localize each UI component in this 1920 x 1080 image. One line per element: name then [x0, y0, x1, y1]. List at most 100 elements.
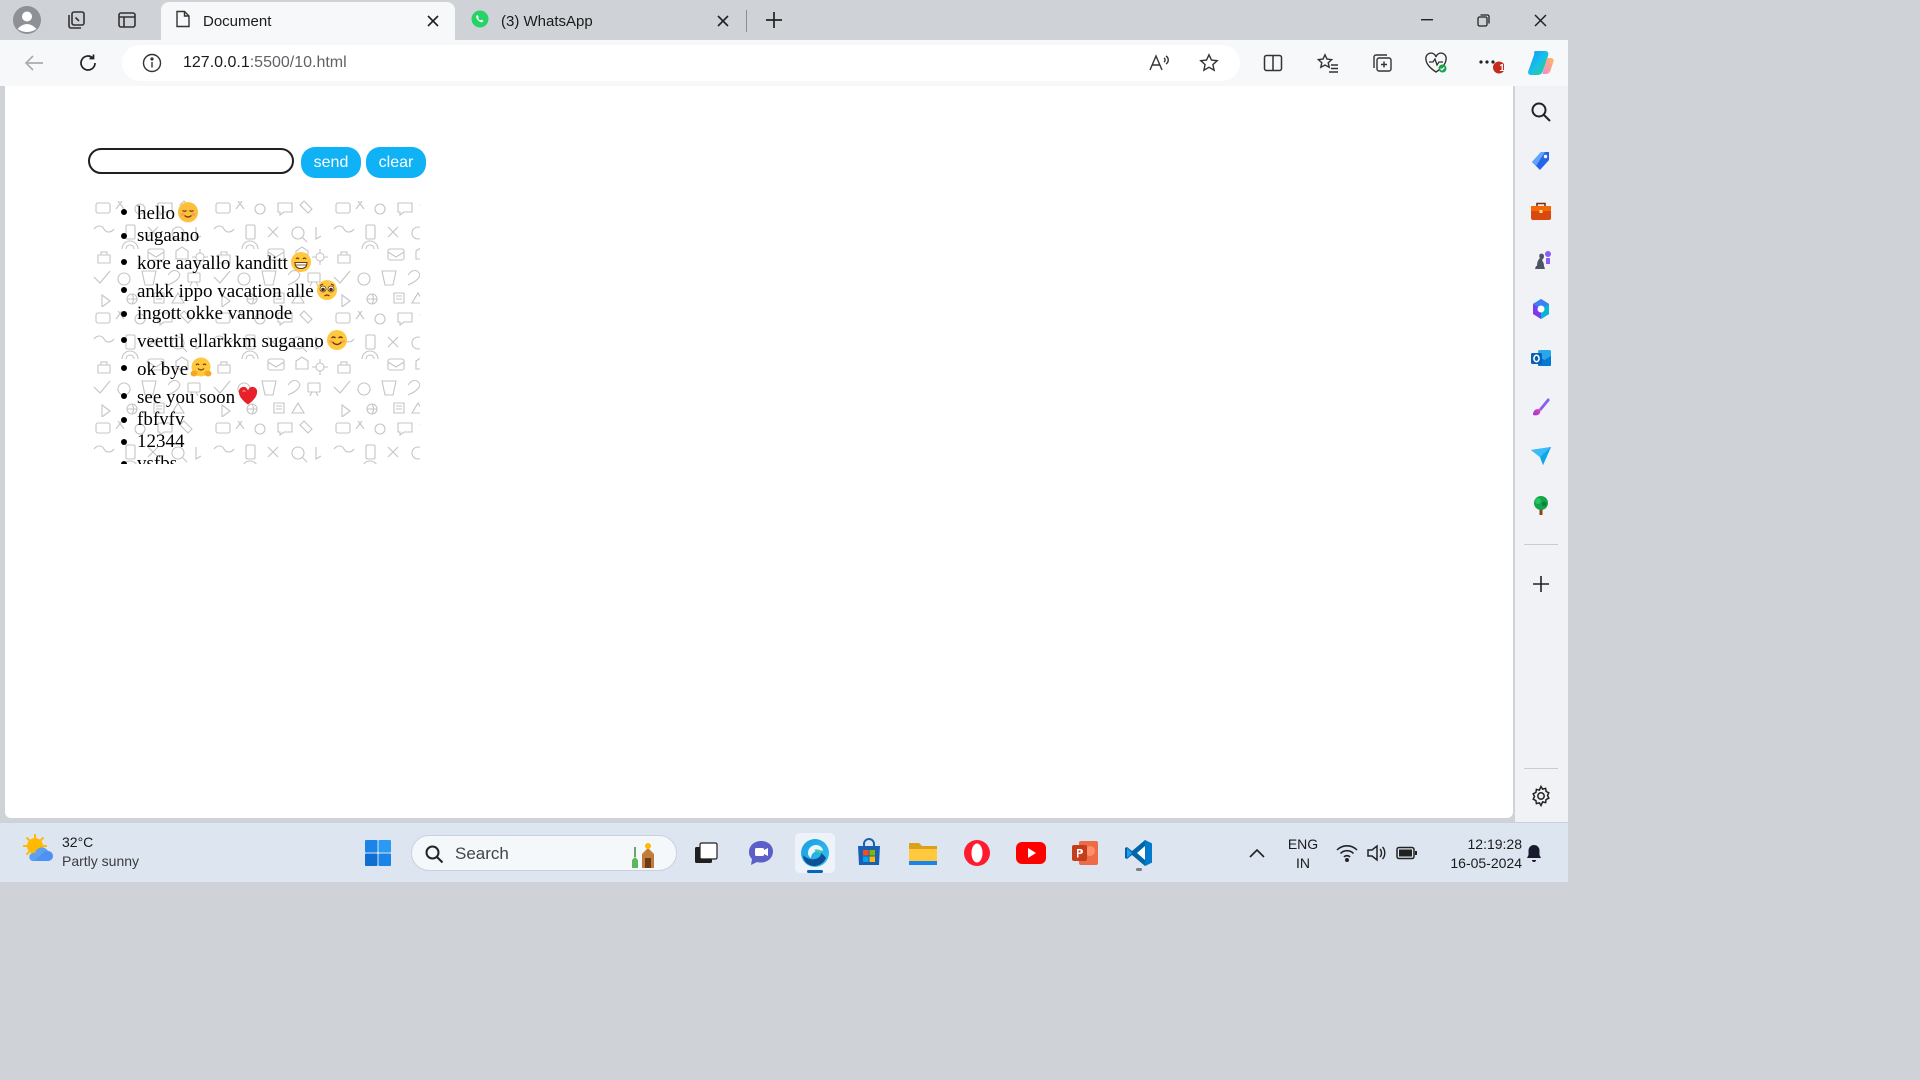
windows-taskbar: 32°C Partly sunny Search ENG IN 12:19:28… [0, 822, 1568, 882]
opera-icon[interactable] [957, 833, 997, 873]
vertical-tabs-icon[interactable] [111, 4, 143, 36]
teams-chat-icon[interactable] [741, 833, 781, 873]
whatsapp-icon [471, 10, 489, 32]
sidebar-divider [1524, 768, 1558, 769]
weather-widget[interactable]: 32°C Partly sunny [22, 833, 139, 871]
favorites-icon[interactable] [1310, 46, 1346, 80]
notification-badge: 1 [1499, 63, 1505, 74]
close-tab-icon[interactable] [711, 9, 735, 33]
weather-text: 32°C Partly sunny [62, 833, 139, 871]
back-icon[interactable] [16, 46, 52, 80]
copilot-icon[interactable] [1523, 46, 1559, 80]
clear-button[interactable]: clear [366, 147, 426, 178]
list-item: sugaano [121, 225, 348, 247]
message-text: see you soon [137, 387, 236, 408]
list-item: ingott okke vannode [121, 303, 348, 325]
show-hidden-icons-icon[interactable] [1237, 833, 1277, 873]
edge-taskbar-icon[interactable] [795, 833, 835, 873]
message-text: hello [137, 203, 175, 224]
message-input[interactable] [88, 148, 294, 174]
minimize-icon[interactable] [1399, 0, 1455, 40]
workspaces-icon[interactable] [60, 4, 92, 36]
list-item: hello [121, 201, 348, 225]
message-list: hello sugaano kore aayallo kanditt ankk … [88, 197, 348, 464]
outlook-icon[interactable] [1528, 345, 1554, 371]
youtube-icon[interactable] [1011, 833, 1051, 873]
relieved-face-icon [178, 202, 198, 223]
search-icon [425, 845, 444, 864]
weather-temp: 32°C [62, 834, 94, 850]
send-plane-icon[interactable] [1528, 443, 1554, 469]
task-view-icon[interactable] [686, 833, 726, 873]
message-list-container: hello sugaano kore aayallo kanditt ankk … [88, 197, 420, 464]
microsoft-365-icon[interactable] [1528, 296, 1554, 322]
browser-toolbar: 127.0.0.1:5500/10.html 1 [0, 40, 1568, 86]
shopping-tag-icon[interactable] [1528, 148, 1554, 174]
partly-sunny-icon [23, 834, 53, 861]
message-text: vsfbs [137, 453, 178, 464]
games-chess-icon[interactable] [1528, 247, 1554, 273]
clock-time: 12:19:28 [1467, 836, 1523, 852]
read-aloud-icon[interactable] [1144, 49, 1174, 77]
taskbar-search[interactable]: Search [411, 835, 677, 871]
close-window-icon[interactable] [1512, 0, 1568, 40]
hugging-face-icon [190, 357, 212, 377]
add-sidebar-app-icon[interactable] [1528, 571, 1554, 597]
designer-icon[interactable] [1528, 394, 1554, 420]
list-item: see you soon [121, 385, 348, 409]
vscode-icon[interactable] [1119, 833, 1159, 873]
address-bar[interactable]: 127.0.0.1:5500/10.html [122, 45, 1240, 81]
message-text: kore aayallo kanditt [137, 253, 288, 274]
more-menu-icon[interactable]: 1 [1472, 46, 1508, 80]
tab-title: Document [203, 12, 272, 30]
browser-essentials-icon[interactable] [1418, 46, 1454, 80]
message-text: veettil ellarkkm sugaano [137, 331, 324, 352]
windows-start-icon[interactable] [358, 833, 398, 873]
site-info-icon[interactable] [140, 51, 164, 75]
tab-document[interactable]: Document [161, 2, 455, 40]
search-highlight-icon [632, 843, 654, 868]
clock-date: 16-05-2024 [1450, 855, 1522, 871]
split-screen-icon[interactable] [1255, 46, 1291, 80]
list-item: vsfbs [121, 453, 348, 464]
message-text: ankk ippo vacation alle [137, 281, 314, 302]
microsoft-store-icon[interactable] [849, 833, 889, 873]
message-text: 12344 [137, 431, 185, 452]
tab-whatsapp[interactable]: (3) WhatsApp [457, 2, 745, 40]
tree-icon[interactable] [1528, 492, 1554, 518]
new-tab-icon[interactable] [758, 4, 790, 36]
powerpoint-icon[interactable] [1065, 833, 1105, 873]
document-icon [175, 10, 191, 32]
list-item: ankk ippo vacation alle [121, 279, 348, 303]
search-icon[interactable] [1528, 99, 1554, 125]
list-item: ok bye [121, 357, 348, 381]
wifi-icon [1336, 845, 1358, 862]
tools-briefcase-icon[interactable] [1528, 198, 1554, 224]
active-indicator [807, 870, 823, 873]
settings-gear-icon[interactable] [1528, 783, 1554, 809]
list-item: kore aayallo kanditt [121, 251, 348, 275]
list-item: veettil ellarkkm sugaano [121, 329, 348, 353]
close-tab-icon[interactable] [421, 9, 445, 33]
clock[interactable]: 12:19:28 16-05-2024 [1432, 835, 1522, 873]
language-indicator[interactable]: ENG IN [1282, 835, 1324, 873]
restore-icon[interactable] [1455, 0, 1511, 40]
sidebar-divider [1524, 544, 1558, 545]
refresh-icon[interactable] [70, 46, 106, 80]
open-indicator [1136, 868, 1142, 871]
smiling-face-icon [326, 330, 347, 350]
list-item: 12344 [121, 431, 348, 453]
collections-icon[interactable] [1364, 46, 1400, 80]
favorite-star-icon[interactable] [1194, 49, 1224, 77]
list-item: fbfvfv [121, 409, 348, 431]
weather-condition: Partly sunny [62, 853, 140, 869]
notification-bell-icon[interactable] [1514, 833, 1554, 873]
url-text: 127.0.0.1:5500/10.html [183, 54, 347, 72]
profile-avatar-icon[interactable] [11, 4, 43, 36]
battery-icon [1396, 846, 1417, 860]
send-button[interactable]: send [301, 147, 361, 178]
tab-strip: Document (3) WhatsApp [0, 0, 1568, 40]
system-tray-status[interactable] [1332, 833, 1422, 873]
file-explorer-icon[interactable] [903, 833, 943, 873]
tab-title: (3) WhatsApp [501, 12, 593, 30]
